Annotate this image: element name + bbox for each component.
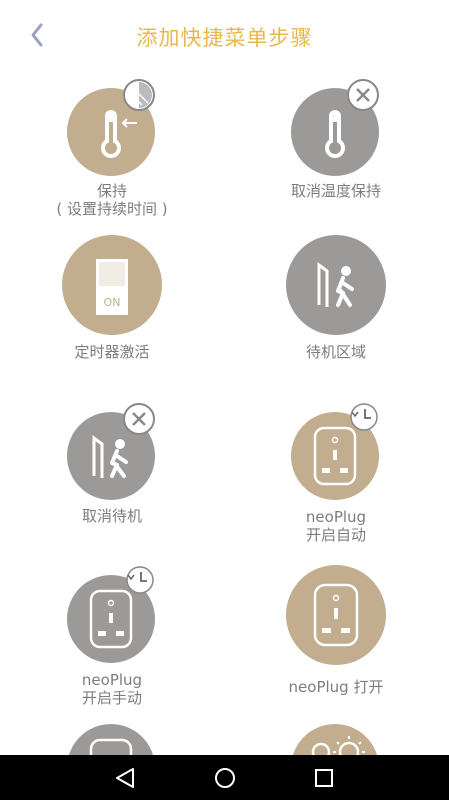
clock-icon [350,403,378,431]
step-neoplug-manual[interactable]: neoPlug 开启手动 [0,565,224,715]
clock-icon [126,566,154,594]
plug-socket-icon [313,583,359,647]
plug-socket-icon [89,738,133,755]
timer-switch-icon: ON [96,259,128,315]
partial-left-circle [67,724,155,755]
step-partial-right[interactable] [224,724,448,755]
partial-right-circle [291,724,379,755]
step-neoplug-on[interactable]: neoPlug 打开 [224,565,448,715]
step-partial-left[interactable] [0,724,224,755]
timer-label: 定时器激活 [74,343,150,361]
close-icon [347,79,379,111]
page-title: 添加快捷菜单步骤 [136,26,313,50]
standby-zone-icon [317,262,354,307]
cancel-standby-label: 取消待机 [81,507,142,525]
neoplug-manual-label-1: neoPlug [81,671,143,689]
step-cancel-temp-hold[interactable]: 取消温度保持 [224,72,448,222]
step-neoplug-auto[interactable]: neoPlug 开启自动 [224,402,448,547]
header: 添加快捷菜单步骤 [0,0,449,72]
cancel-temp-label: 取消温度保持 [290,182,381,200]
hold-label-1: 保持 [96,182,127,200]
circle-home-icon [215,768,235,788]
hold-badge-icon [123,79,155,111]
step-grid: 保持 ( 设置持续时间 ) 取消温度保持 ON 定时器激活 待机区域 取消待机 … [0,72,449,755]
neoplug-auto-label-1: neoPlug [305,508,367,526]
standby-label: 待机区域 [305,343,366,361]
nav-recents-button[interactable] [294,755,354,800]
nav-back-button[interactable] [95,755,155,800]
neoplug-manual-label-2: 开启手动 [81,689,142,707]
hold-label-2: ( 设置持续时间 ) [56,200,168,218]
timer-circle: ON [62,235,162,335]
step-cancel-standby[interactable]: 取消待机 [0,402,224,532]
step-hold[interactable]: 保持 ( 设置持续时间 ) [0,72,224,222]
system-nav-bar [0,755,449,800]
sun-icon [311,736,365,755]
neoplug-on-label: neoPlug 打开 [288,678,384,696]
close-icon [123,403,155,435]
triangle-back-icon [116,768,134,788]
step-timer-activate[interactable]: ON 定时器激活 [0,235,224,370]
neoplug-on-circle [286,565,386,665]
standby-circle [286,235,386,335]
step-standby-zone[interactable]: 待机区域 [224,235,448,370]
nav-home-button[interactable] [195,755,255,800]
square-recents-icon [315,769,333,787]
switch-on-text: ON [104,296,121,309]
neoplug-auto-label-2: 开启自动 [305,526,366,544]
